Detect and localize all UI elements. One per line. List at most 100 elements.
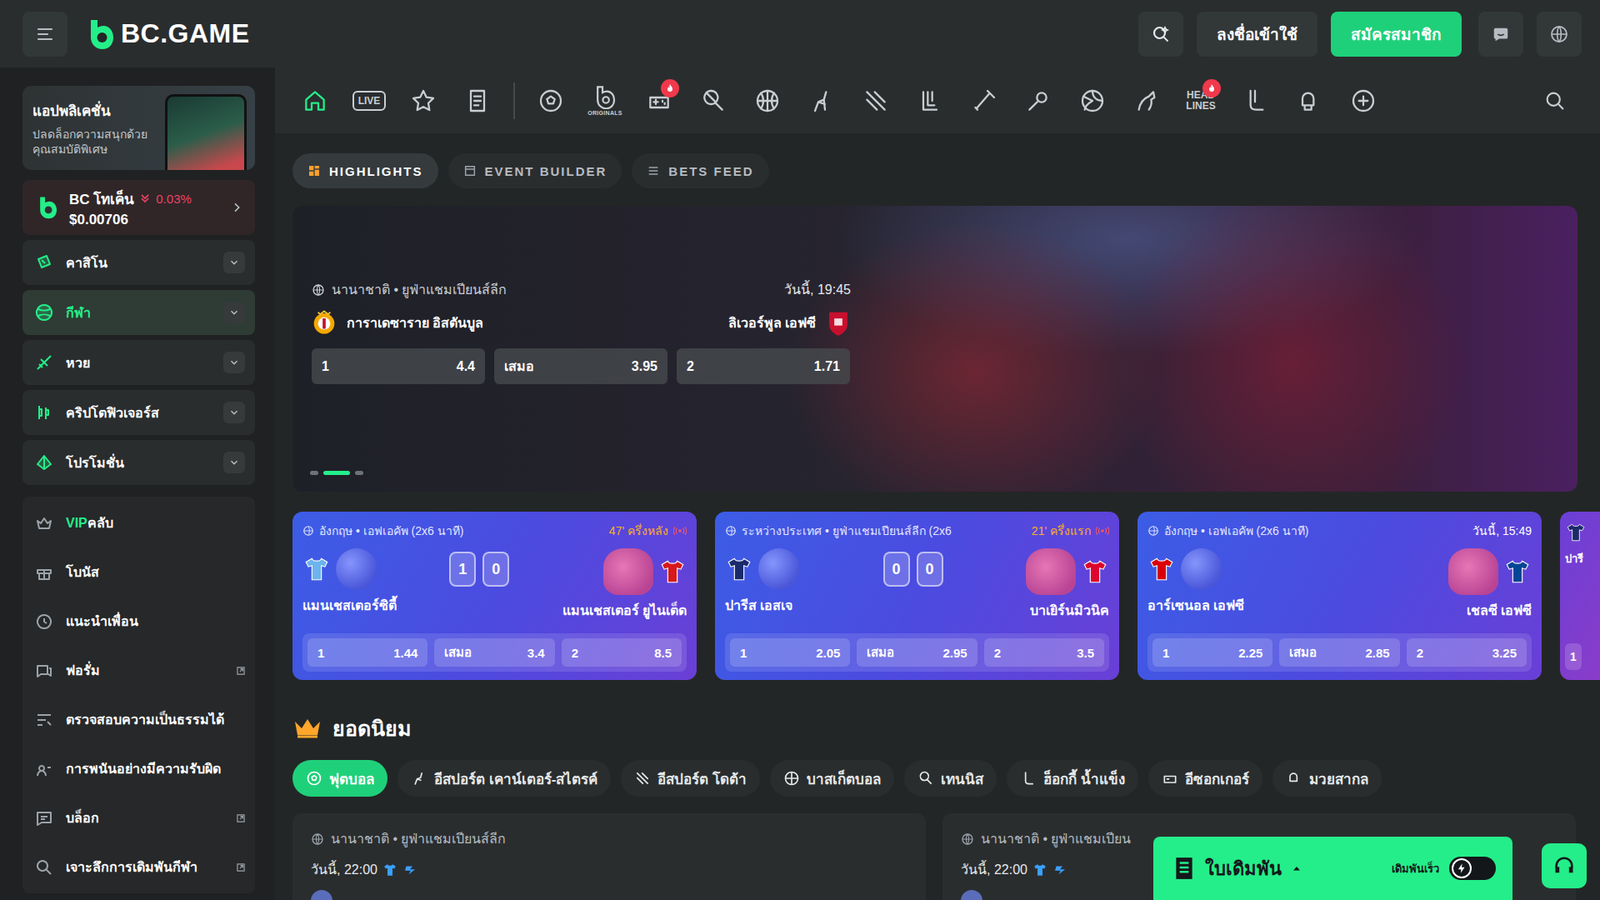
home-team: อาร์เซนอล เอฟซี [1147,595,1245,616]
odds-button[interactable]: 23.25 [1406,638,1527,667]
sidebar-link[interactable]: โบนัส [22,547,255,597]
app-promo-card[interactable]: แอปพลิเคชั่นปลดล็อกความสนุกด้วยคุณสมบัติ… [22,85,255,170]
sidebar-group[interactable]: หวย [22,340,255,385]
sport-chip[interactable]: มวยสากล [1272,760,1382,797]
sport-nav-item[interactable] [293,79,337,123]
link-icon [34,562,55,583]
carousel-dot[interactable] [323,470,350,475]
sport-icon [634,770,651,787]
sport-nav-item[interactable]: ORIGINALS [583,79,627,123]
sidebar-group[interactable]: คริปโตฟิวเจอร์ส [22,390,255,435]
sport-chip[interactable]: ฮ็อกกี้ น้ำแข็ง [1006,760,1139,797]
hero-banner[interactable]: นานาชาติ • ยูฟ่าแชมเปียนส์ลีกวันนี้, 19:… [292,205,1578,492]
odds-label: 2 [1416,645,1424,660]
sport-nav-item[interactable] [854,79,898,123]
token-card[interactable]: BC โทเค็น0.03%$0.00706 [22,180,255,235]
sidebar-group[interactable]: กีฬา [22,290,255,335]
sport-nav-item[interactable] [1341,79,1385,123]
match-cards: อังกฤษ • เอฟเอคัพ (2x6 นาที)47' ครึ่งหลั… [292,511,1600,680]
odds-button[interactable]: เสมอ2.85 [1279,638,1400,667]
sports-search-button[interactable] [1533,79,1577,123]
view-tab[interactable]: EVENT BUILDER [448,153,623,189]
view-tab[interactable]: HIGHLIGHTS [292,153,439,189]
expand-toggle[interactable] [223,301,245,324]
sport-chips: ฟุตบอลอีสปอร์ต เคาน์เตอร์-สไตรค์อีสปอร์ต… [292,760,1578,797]
sport-chip[interactable]: ฟุตบอล [292,760,388,797]
sport-nav-item[interactable] [800,79,844,123]
sidebar-link[interactable]: ตรวจสอบความเป็นธรรมได้ [22,695,255,745]
sport-chip[interactable]: เทนนิส [904,760,997,797]
sport-nav-item[interactable]: HEAD LINES [1179,79,1223,123]
sport-nav-item[interactable] [908,79,952,123]
sidebar-link[interactable]: การพนันอย่างมีความรับผิด [22,744,255,794]
chat-button[interactable] [1478,11,1524,57]
odds-button[interactable]: เสมอ3.95 [494,348,668,385]
sport-nav-item[interactable] [1125,79,1169,123]
odds-button[interactable]: เสมอ2.95 [856,638,977,667]
odds-button[interactable]: 21.71 [676,348,850,385]
carousel-dot[interactable] [355,470,364,475]
external-link-icon [235,812,247,825]
signup-button[interactable]: สมัครสมาชิก [1330,11,1462,57]
globe-icon [1549,24,1570,45]
support-button[interactable] [1541,843,1587,889]
menu-icon [35,24,55,45]
odds-button[interactable]: 12.25 [1152,638,1273,667]
sport-chip[interactable]: บาสเก็ตบอล [770,760,895,797]
odds-button[interactable]: 28.5 [561,638,682,667]
odds-button[interactable]: 12.05 [730,638,850,667]
expand-toggle[interactable] [223,351,245,374]
odds-button[interactable]: 1 [1565,643,1582,670]
expand-toggle[interactable] [223,251,245,274]
match-card[interactable]: ปารี1 [1560,511,1600,680]
odds-label: 1 [317,645,325,660]
match-card[interactable]: ระหว่างประเทศ • ยูฟ่าแชมเปียนส์ลีก (2x62… [715,511,1120,680]
sidebar-link[interactable]: ฟอรั่ม [22,645,255,695]
globe-icon [960,832,975,846]
sport-nav-item[interactable] [745,79,790,123]
sidebar-group[interactable]: โปรโมชั่น [22,440,255,485]
quick-bet-toggle[interactable] [1449,856,1496,880]
sport-nav-item[interactable] [401,79,445,123]
sport-chip[interactable]: อีสปอร์ต เคาน์เตอร์-สไตรค์ [397,760,611,797]
odds-button[interactable]: เสมอ3.4 [434,638,555,667]
menu-button[interactable] [22,11,68,57]
logo[interactable]: BC.GAME [85,18,250,50]
sidebar-link[interactable]: VIPคลับ [22,498,255,548]
expand-toggle[interactable] [223,401,245,424]
search-button[interactable] [1138,11,1184,57]
sidebar-link[interactable]: เจาะลึกการเดิมพันกีฬา [22,842,255,892]
sport-nav-item[interactable] [1016,79,1060,123]
odds-button[interactable]: 11.44 [307,638,428,667]
language-button[interactable] [1536,11,1582,57]
sport-nav-item[interactable] [1070,79,1115,123]
sidebar-link[interactable]: บล็อก [22,793,255,843]
login-button[interactable]: ลงชื่อเข้าใช้ [1196,11,1318,57]
match-card[interactable]: อังกฤษ • เอฟเอคัพ (2x6 นาที)วันนี้, 15:4… [1137,511,1542,680]
view-tab[interactable]: BETS FEED [631,153,769,189]
sport-nav-item[interactable] [1287,79,1331,123]
sport-nav-item[interactable] [455,79,500,123]
odds-button[interactable]: 14.4 [311,348,485,385]
app-promo-subtitle: ปลดล็อกความสนุกด้วยคุณสมบัติพิเศษ [32,126,160,157]
sidebar-group[interactable]: คาสิโน [22,240,255,285]
sport-nav-item[interactable] [1233,79,1277,123]
sport-icon [917,770,935,787]
sport-nav-item[interactable] [962,79,1006,123]
odds-button[interactable]: 23.5 [984,638,1105,667]
expand-toggle[interactable] [223,451,245,474]
sport-nav-item[interactable]: LIVE [347,79,391,123]
bet-slip-bar[interactable]: ใบเดิมพันเดิมพันเร็ว [1153,836,1513,900]
sidebar-link[interactable]: แนะนำเพื่อน [22,596,255,646]
sport-nav-item[interactable] [529,79,573,123]
sport-nav-item[interactable] [637,79,681,123]
lightning-icon [1455,862,1468,875]
match-card[interactable]: อังกฤษ • เอฟเอคัพ (2x6 นาที)47' ครึ่งหลั… [292,511,697,680]
sport-nav-item[interactable] [691,79,735,123]
event-card[interactable]: นานาชาติ • ยูฟ่าแชมเปียนส์ลีกวันนี้, 22:… [292,813,926,900]
globe-icon [310,832,325,846]
carousel-dot[interactable] [310,470,319,475]
sport-chip[interactable]: อีสปอร์ต โดต้า [620,760,760,797]
crown-icon [292,716,323,740]
sport-chip[interactable]: อีซอกเกอร์ [1148,760,1263,797]
